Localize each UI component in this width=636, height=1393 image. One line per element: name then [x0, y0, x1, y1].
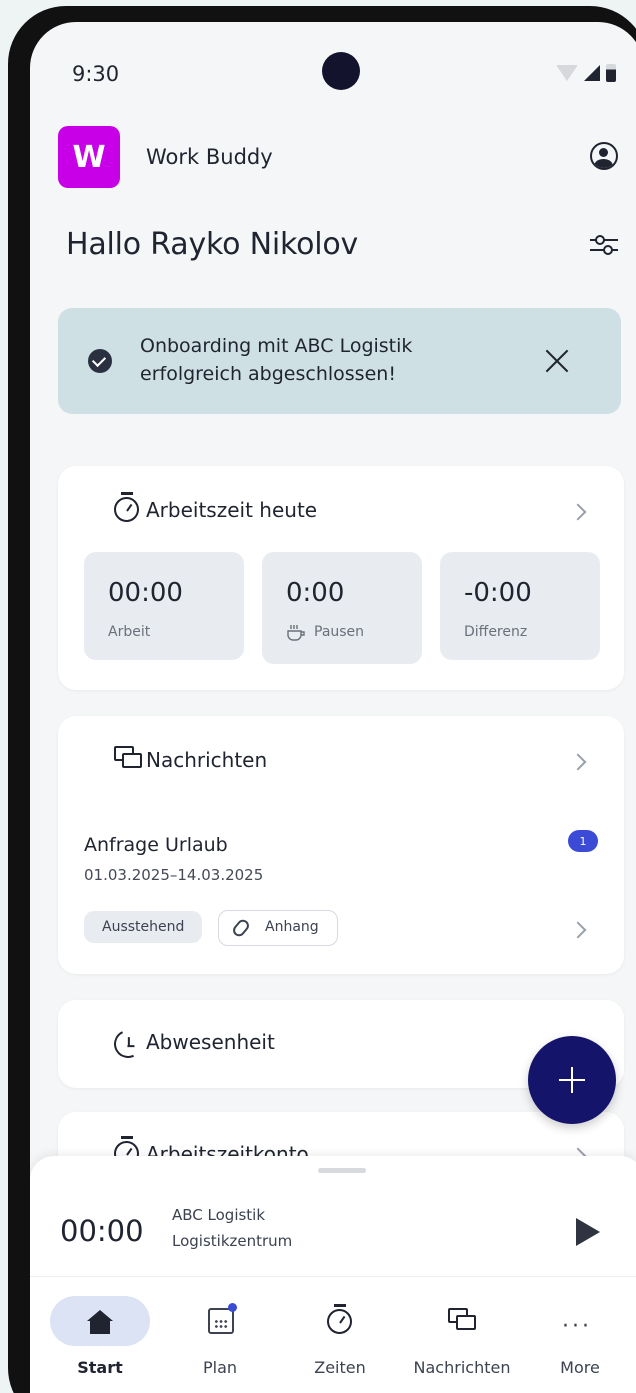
worktime-card[interactable]: Arbeitszeit heute 00:00 Arbeit 0:00 Paus…: [58, 466, 624, 690]
nav-item-start[interactable]: Start: [30, 1288, 150, 1388]
drag-handle[interactable]: [318, 1168, 366, 1173]
nav-label: More: [560, 1358, 600, 1377]
chevron-right-icon[interactable]: [569, 503, 587, 521]
onboarding-banner: Onboarding mit ABC Logistik erfolgreich …: [58, 308, 621, 414]
tracker-timer: 00:00: [60, 1214, 144, 1248]
settings-sliders-icon[interactable]: [590, 234, 618, 256]
camera-cutout: [322, 52, 360, 90]
profile-icon[interactable]: [590, 142, 618, 170]
chevron-right-icon[interactable]: [569, 921, 587, 939]
app-name: Work Buddy: [146, 145, 273, 169]
nav-item-more[interactable]: ··· More: [520, 1288, 636, 1388]
nav-label: Plan: [202, 1358, 238, 1377]
time-tracker-sheet: 00:00 ABC Logistik Logistikzentrum Start…: [30, 1156, 636, 1393]
message-title[interactable]: Anfrage Urlaub: [84, 834, 228, 856]
clock-icon: [110, 1026, 146, 1062]
check-circle-icon: [88, 349, 112, 373]
attachment-chip[interactable]: Anhang: [218, 910, 338, 946]
notification-dot: [228, 1303, 237, 1312]
more-icon: ···: [562, 1314, 592, 1339]
card-title: Arbeitszeit heute: [146, 498, 318, 522]
nav-item-zeiten[interactable]: Zeiten: [280, 1288, 400, 1388]
chat-icon: [114, 746, 144, 772]
home-icon: [87, 1310, 113, 1334]
stat-label: Arbeit: [108, 624, 151, 640]
calendar-icon: [208, 1308, 234, 1334]
nav-label: Zeiten: [314, 1358, 366, 1377]
stat-difference: -0:00 Differenz: [440, 552, 600, 660]
battery-icon: [606, 64, 616, 82]
wifi-icon: [556, 65, 578, 81]
stat-work: 00:00 Arbeit: [84, 552, 244, 660]
stopwatch-icon: [327, 1304, 353, 1334]
unread-badge: 1: [568, 830, 598, 852]
signal-icon: [584, 65, 600, 81]
play-icon[interactable]: [576, 1218, 600, 1246]
stat-value: -0:00: [464, 578, 532, 608]
nav-label: Start: [77, 1358, 123, 1377]
stopwatch-icon: [114, 492, 140, 522]
stat-value: 0:00: [286, 578, 345, 608]
phone-frame: 9:30 W Work Buddy Hallo Rayko Nikolov On…: [8, 6, 636, 1393]
stat-breaks: 0:00 Pausen: [262, 552, 422, 664]
status-chip: Ausstehend: [84, 911, 203, 943]
messages-card[interactable]: Nachrichten Anfrage Urlaub 01.03.2025–14…: [58, 716, 624, 974]
stat-label: Differenz: [464, 624, 528, 640]
nav-item-plan[interactable]: Plan: [160, 1288, 280, 1388]
attachment-label: Anhang: [265, 919, 319, 935]
banner-text: Onboarding mit ABC Logistik erfolgreich …: [140, 335, 413, 385]
stat-label: Pausen: [314, 624, 365, 640]
add-button[interactable]: [528, 1036, 616, 1124]
coffee-icon: [287, 625, 305, 641]
chevron-right-icon[interactable]: [569, 753, 587, 771]
screen: 9:30 W Work Buddy Hallo Rayko Nikolov On…: [30, 22, 636, 1393]
bottom-nav: Start Plan Zeiten Nachrichten ··· More: [30, 1288, 636, 1388]
chat-icon: [448, 1308, 478, 1334]
card-title: Nachrichten: [146, 748, 268, 772]
divider: [30, 1276, 636, 1277]
nav-item-nachrichten[interactable]: Nachrichten: [402, 1288, 522, 1388]
status-icons: [556, 64, 616, 82]
greeting-title: Hallo Rayko Nikolov: [66, 227, 359, 262]
stat-value: 00:00: [108, 578, 183, 608]
app-logo: W: [58, 126, 120, 188]
tracker-location: Logistikzentrum: [172, 1232, 293, 1250]
tracker-company: ABC Logistik: [172, 1206, 266, 1224]
status-time: 9:30: [72, 62, 120, 86]
close-icon[interactable]: [542, 346, 572, 376]
message-date: 01.03.2025–14.03.2025: [84, 866, 264, 884]
nav-label: Nachrichten: [413, 1358, 511, 1377]
paperclip-icon: [230, 917, 252, 939]
card-title: Abwesenheit: [146, 1030, 275, 1054]
